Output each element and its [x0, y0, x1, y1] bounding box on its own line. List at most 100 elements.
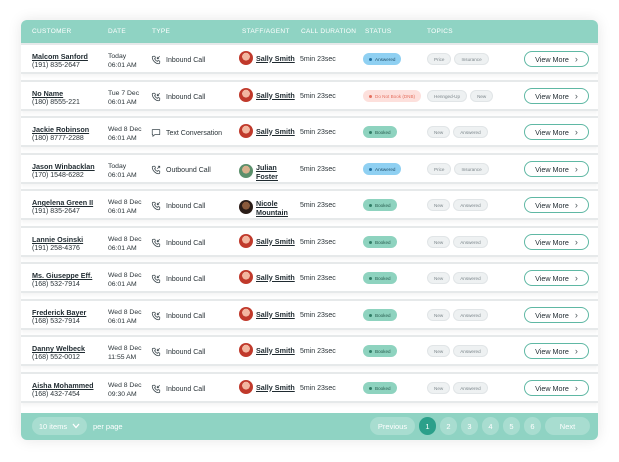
view-more-button[interactable]: View More › [524, 161, 589, 177]
page-button[interactable]: 3 [461, 417, 478, 435]
staff-cell: Sally Smith [239, 343, 295, 357]
view-more-button[interactable]: View More › [524, 380, 589, 396]
date-day: Tue 7 Dec [108, 90, 140, 97]
customer-cell: Frederick Bayer (168) 532-7914 [32, 308, 86, 326]
staff-cell: Nicole Mountain [239, 197, 298, 217]
staff-name-link[interactable]: Sally Smith [256, 237, 295, 246]
customer-name-link[interactable]: Jackie Robinson [32, 125, 89, 134]
avatar [239, 270, 253, 284]
customer-cell: Malcom Sanford (191) 835-2647 [32, 52, 88, 70]
previous-page-button[interactable]: Previous [370, 417, 415, 435]
staff-name-link[interactable]: Sally Smith [256, 91, 295, 100]
staff-name-link[interactable]: Julian Foster [256, 163, 298, 181]
staff-name-link[interactable]: Sally Smith [256, 273, 295, 282]
customer-name-link[interactable]: Danny Welbeck [32, 344, 85, 353]
customer-cell: Ms. Giuseppe Eff. (168) 532-7914 [32, 271, 92, 289]
table-row: Aisha Mohammed (168) 432-7454 Wed 8 Dec 09:… [21, 372, 598, 403]
customer-name-link[interactable]: Frederick Bayer [32, 308, 86, 317]
avatar [239, 124, 253, 138]
date-day: Today [108, 163, 127, 170]
chevron-right-icon: › [574, 164, 578, 174]
staff-name-link[interactable]: Sally Smith [256, 127, 295, 136]
items-per-page-select[interactable]: 10 items [32, 417, 87, 435]
staff-name-link[interactable]: Sally Smith [256, 54, 295, 63]
page-button[interactable]: 5 [503, 417, 520, 435]
topics-cell: Price Insurance [427, 163, 489, 175]
next-page-button[interactable]: Next [545, 417, 590, 435]
status-badge: Booked [363, 236, 397, 248]
type-cell: Inbound Call [151, 384, 205, 394]
view-more-button[interactable]: View More › [524, 51, 589, 67]
topic-tag: New [427, 382, 451, 394]
staff-name-link[interactable]: Sally Smith [256, 346, 295, 355]
calls-table-card: CUSTOMER DATE TYPE STAFF/AGENT CALL DURA… [21, 20, 598, 440]
view-more-button[interactable]: View More › [524, 197, 589, 213]
date-time: 06:01 AM [108, 281, 137, 288]
customer-name-link[interactable]: Ms. Giuseppe Eff. [32, 271, 92, 280]
page-button[interactable]: 2 [440, 417, 457, 435]
customer-phone: (191) 835-2647 [32, 62, 80, 69]
topics-cell: New Answered [427, 126, 488, 138]
call-duration: 5min 23sec [300, 93, 336, 100]
chevron-right-icon: › [574, 237, 578, 247]
date-cell: Tue 7 Dec 06:01 AM [108, 89, 139, 107]
view-more-button[interactable]: View More › [524, 307, 589, 323]
type-cell: Inbound Call [151, 274, 205, 284]
staff-name-link[interactable]: Nicole Mountain [256, 199, 298, 217]
customer-phone: (168) 552-0012 [32, 354, 80, 361]
customer-name-link[interactable]: Angelena Green II [32, 198, 93, 207]
staff-cell: Sally Smith [239, 88, 295, 102]
page-button[interactable]: 4 [482, 417, 499, 435]
call-duration: 5min 23sec [300, 348, 336, 355]
topic-tag: Answered [453, 199, 488, 211]
customer-name-link[interactable]: Jason Winbacklan [32, 162, 95, 171]
date-time: 06:01 AM [108, 99, 137, 106]
customer-name-link[interactable]: No Name [32, 89, 80, 98]
view-more-button[interactable]: View More › [524, 124, 589, 140]
chevron-right-icon: › [574, 91, 578, 101]
topic-tag: Hennged-Up [427, 90, 468, 102]
status-label: Booked [375, 312, 391, 318]
date-cell: Wed 8 Dec 06:01 AM [108, 235, 142, 253]
topic-tag: New [427, 126, 451, 138]
table-row: Lannie Osinski (191) 258-4376 Wed 8 Dec 06:… [21, 226, 598, 257]
topic-tag: Answered [453, 345, 488, 357]
view-more-button[interactable]: View More › [524, 88, 589, 104]
view-more-button[interactable]: View More › [524, 234, 589, 250]
header-staff: STAFF/AGENT [242, 28, 290, 35]
page-button[interactable]: 1 [419, 417, 436, 435]
avatar [239, 234, 253, 248]
header-type: TYPE [152, 28, 171, 35]
customer-cell: Jason Winbacklan (170) 1548-6282 [32, 162, 95, 180]
staff-cell: Sally Smith [239, 124, 295, 138]
customer-name-link[interactable]: Lannie Osinski [32, 235, 83, 244]
topic-tag: Answered [453, 236, 488, 248]
status-dot-icon [369, 276, 372, 280]
date-day: Wed 8 Dec [108, 126, 142, 133]
topics-cell: New Answered [427, 309, 488, 321]
call-duration: 5min 23sec [300, 129, 336, 136]
header-duration: CALL DURATION [301, 28, 357, 35]
date-day: Wed 8 Dec [108, 199, 142, 206]
pager: Previous 1 2 3 4 5 6 Next [370, 417, 590, 435]
topic-tag: New [470, 90, 494, 102]
topic-tag: New [427, 272, 451, 284]
page-button[interactable]: 6 [524, 417, 541, 435]
view-more-label: View More [535, 383, 569, 393]
type-cell: Inbound Call [151, 92, 205, 102]
view-more-button[interactable]: View More › [524, 270, 589, 286]
customer-name-link[interactable]: Aisha Mohammed [32, 381, 94, 390]
type-cell: Text Conversation [151, 128, 222, 138]
staff-name-link[interactable]: Sally Smith [256, 383, 295, 392]
status-badge: Do Not Book (DNB) [363, 90, 422, 102]
staff-name-link[interactable]: Sally Smith [256, 310, 295, 319]
customer-phone: (191) 835-2647 [32, 208, 80, 215]
status-badge: Booked [363, 382, 397, 394]
topic-tag: Price [427, 163, 452, 175]
topic-tag: Price [427, 53, 452, 65]
customer-name-link[interactable]: Malcom Sanford [32, 52, 88, 61]
view-more-button[interactable]: View More › [524, 343, 589, 359]
topic-tag: Answered [453, 126, 488, 138]
phone-inbound-icon [151, 274, 161, 284]
view-more-label: View More [535, 54, 569, 64]
